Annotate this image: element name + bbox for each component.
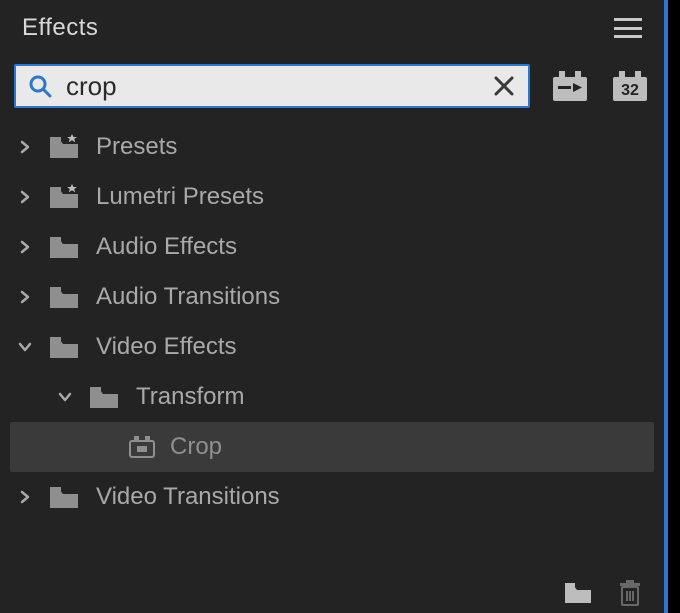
folder-icon [48,234,82,260]
bin-label: Video Transitions [96,483,654,511]
search-box[interactable] [14,64,530,108]
bin-presets[interactable]: Presets [10,122,654,172]
new-bin-button[interactable] [562,579,594,607]
folder-star-icon [48,184,82,210]
effects-panel: Effects [0,0,668,613]
delete-button [614,579,646,607]
svg-text:32: 32 [621,82,639,99]
bin-label: Lumetri Presets [96,183,654,211]
bin-label: Audio Transitions [96,283,654,311]
chevron-right-icon[interactable] [16,488,34,506]
chevron-right-icon[interactable] [16,288,34,306]
bin-transform[interactable]: Transform [10,372,654,422]
effects-tree: Presets Lumetri Presets Audio Effects Audio… [0,116,664,522]
effect-icon [128,435,156,459]
chevron-down-icon[interactable] [16,338,34,356]
chevron-right-icon[interactable] [16,238,34,256]
animated-preset-button[interactable] [550,67,590,105]
bin-lumetri-presets[interactable]: Lumetri Presets [10,172,654,222]
bin-video-effects[interactable]: Video Effects [10,322,654,372]
folder-star-icon [48,134,82,160]
clear-search-button[interactable] [490,72,518,100]
bin-label: Video Effects [96,333,654,361]
folder-icon [48,484,82,510]
search-input[interactable] [52,66,490,106]
search-row: 32 [0,56,664,116]
chevron-right-icon[interactable] [16,138,34,156]
bin-audio-effects[interactable]: Audio Effects [10,222,654,272]
effect-label: Crop [170,433,654,461]
folder-icon [48,334,82,360]
chevron-down-icon[interactable] [56,388,74,406]
bin-video-transitions[interactable]: Video Transitions [10,472,654,522]
search-icon [28,74,52,98]
bin-audio-transitions[interactable]: Audio Transitions [10,272,654,322]
chevron-right-icon[interactable] [16,188,34,206]
folder-icon [48,284,82,310]
panel-header: Effects [0,0,664,56]
panel-title: Effects [22,14,98,42]
folder-icon [88,384,122,410]
panel-menu-button[interactable] [614,18,642,38]
bin-label: Presets [96,133,654,161]
panel-footer [562,579,646,607]
preset-32-button[interactable]: 32 [610,67,650,105]
bin-label: Transform [136,383,654,411]
bin-label: Audio Effects [96,233,654,261]
effect-item-crop[interactable]: Crop [10,422,654,472]
